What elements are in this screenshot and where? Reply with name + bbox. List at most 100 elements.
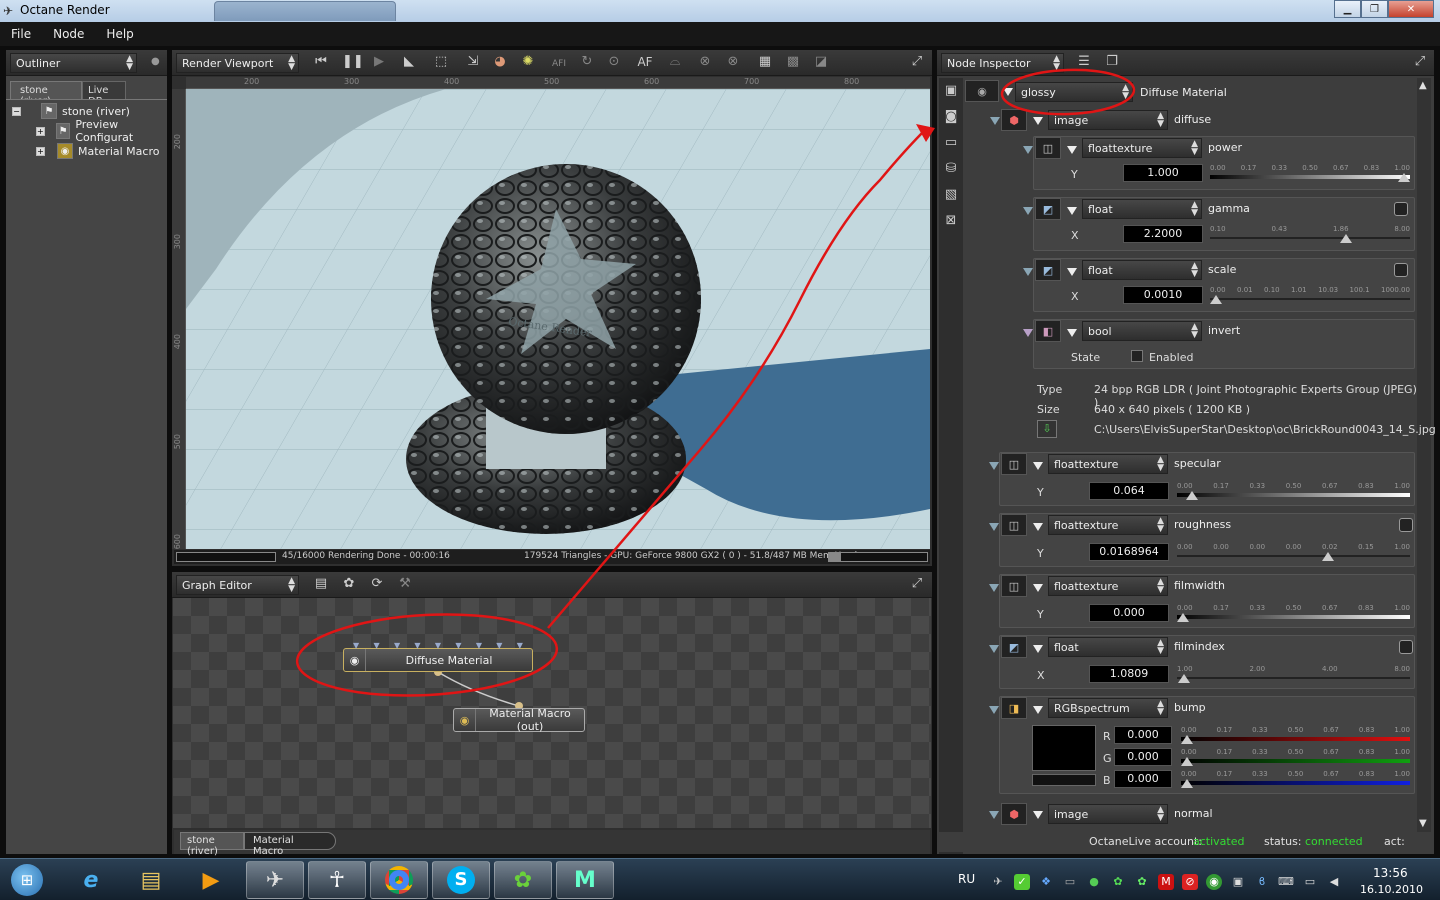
inspector-scrollbar[interactable]: ▲ ▼ [1417,78,1431,834]
slider-track[interactable] [1177,555,1410,557]
tray-chat-icon[interactable]: ● [1086,874,1102,890]
slider-knob[interactable] [1340,234,1352,243]
expand-icon[interactable]: + [36,126,45,136]
pause-icon[interactable]: ❚❚ [342,53,364,71]
graph-tab-material-macro[interactable]: Material Macro [244,832,336,857]
tray-keyboard-icon[interactable]: ▭ [1062,874,1078,890]
maximize-graph-icon[interactable]: ⤢ [908,575,926,593]
node-input-pins[interactable]: ▼ ▼ ▼ ▼ ▼ ▼ ▼ ▼ ▼ [353,642,523,650]
invert-enabled-checkbox[interactable] [1131,350,1143,362]
save-macro-icon[interactable]: ⟳ [368,575,386,593]
slider-knob[interactable] [1398,173,1410,182]
minimize-button[interactable]: ▁ [1334,0,1361,18]
rgbspectrum-node-icon[interactable]: ◨ [1001,697,1027,719]
outliner-pin-icon[interactable]: ● [151,56,160,67]
add-node-icon[interactable]: ▤ [312,575,330,593]
bool-node-icon[interactable]: ◧ [1035,320,1061,342]
play-icon[interactable]: ▶ [370,53,388,71]
graph-canvas[interactable]: ◉ Diffuse Material ▼ ▼ ▼ ▼ ▼ ▼ ▼ ▼ ▼ ◉ Material … [173,598,931,828]
bump-g-value-field[interactable]: 0.000 [1114,748,1172,766]
save-icon[interactable]: ⊗ [696,53,714,71]
filmwidth-slider[interactable]: 0.00 0.17 0.33 0.50 0.67 0.83 1.00 [1177,604,1410,626]
scale-reset-icon[interactable] [1394,263,1408,277]
clock-time[interactable]: 13:56 [1373,866,1408,880]
expand-icon[interactable]: + [36,146,45,156]
scale-slider[interactable]: 0.00 0.01 0.10 1.01 10.03 100.1 1000.00 [1210,286,1410,308]
gamma-reset-icon[interactable] [1394,202,1408,216]
tab-live-db[interactable]: Live DB [82,81,126,107]
floattexture-node-icon[interactable]: ◫ [1001,575,1027,597]
background-window-tab[interactable] [214,1,396,21]
recenter-icon[interactable]: ⇲ [464,53,482,71]
tray-bluetooth-icon[interactable]: ϐ [1254,874,1270,890]
slider-knob[interactable] [1210,295,1222,304]
menu-node[interactable]: Node [42,27,95,41]
roughness-type-combo[interactable]: floattexture ▲ ▼ [1048,515,1168,535]
menu-help[interactable]: Help [95,27,144,41]
tab-stone-river[interactable]: stone (river) [10,81,82,107]
float-node-icon[interactable]: ◩ [1035,198,1061,220]
windows-start-icon[interactable]: ⊞ [2,861,52,899]
restart-icon[interactable]: ⏮ [312,53,330,71]
gamma-value-field[interactable]: 2.2000 [1123,225,1203,243]
floattexture-node-icon[interactable]: ◫ [1001,453,1027,475]
chrome-icon[interactable] [370,861,428,899]
slider-knob[interactable] [1177,613,1189,622]
tray-network-icon[interactable]: ✈ [990,874,1006,890]
render-image[interactable]: Octane Render [186,89,930,549]
float-node-icon[interactable]: ◩ [1035,259,1061,281]
bump-r-value-field[interactable]: 0.000 [1114,726,1172,744]
filmindex-type-combo[interactable]: float ▲ ▼ [1048,637,1168,657]
region-icon[interactable]: ▦ [756,53,774,71]
pick-focus-icon[interactable]: ✺ [519,53,537,71]
slider-track[interactable] [1181,759,1410,763]
roughness-link-icon[interactable] [989,523,999,531]
pick-icon[interactable]: ⊙ [605,53,623,71]
auto-focus-icon[interactable]: AFI [550,55,568,73]
unwrap-icon[interactable]: ⚒ [396,575,414,593]
tray-m-icon[interactable]: M [1158,874,1174,890]
internet-explorer-icon[interactable]: e [62,861,120,899]
slider-track[interactable] [1177,677,1410,679]
slider-track[interactable] [1177,493,1410,497]
filmwidth-type-combo[interactable]: floattexture ▲ ▼ [1048,576,1168,596]
material-type-combo[interactable]: glossy ▲ ▼ [1015,82,1133,102]
power-slider[interactable]: 0.00 0.17 0.33 0.50 0.67 0.83 1.00 [1210,164,1410,186]
tray-volume-icon[interactable]: ◀ [1326,874,1342,890]
collapse-bump-icon[interactable] [1033,706,1043,714]
collapse-material-icon[interactable] [1003,88,1013,96]
maximize-button[interactable]: ❐ [1361,0,1388,18]
floattexture-node-icon[interactable]: ◫ [1035,137,1061,159]
image-node-icon[interactable]: ⬢ [1001,803,1027,825]
floattexture-node-icon[interactable]: ◫ [1001,514,1027,536]
octane-render-icon[interactable]: ✈ [246,861,304,899]
export-icon[interactable]: ⊗ [724,53,742,71]
zbrush-icon[interactable]: ☥ [308,861,366,899]
rotate-icon[interactable]: ↻ [578,53,596,71]
scale-link-icon[interactable] [1023,268,1033,276]
specular-link-icon[interactable] [989,462,999,470]
inspector-combo[interactable]: Node Inspector ▲ ▼ [941,53,1064,73]
scroll-down-icon[interactable]: ▼ [1419,818,1427,829]
specular-type-combo[interactable]: floattexture ▲ ▼ [1048,454,1168,474]
skype-icon[interactable]: S [432,861,490,899]
tray-security-icon[interactable]: ✓ [1014,874,1030,890]
collapse-power-icon[interactable] [1067,146,1077,154]
bump-b-slider[interactable]: 0.00 0.17 0.33 0.50 0.67 0.83 1.00 [1181,770,1410,792]
3dsmax-icon[interactable]: M [556,861,614,899]
slider-knob[interactable] [1177,674,1190,683]
tray-usb-icon[interactable]: ⌨ [1278,874,1294,890]
roughness-slider[interactable]: 0.00 0.00 0.00 0.00 0.02 0.15 1.00 [1177,543,1410,565]
gamma-slider[interactable]: 0.10 0.43 1.86 8.00 [1210,225,1410,247]
filmwidth-value-field[interactable]: 0.000 [1089,604,1169,622]
filmindex-link-icon[interactable] [989,645,999,653]
bump-link-icon[interactable] [989,706,999,714]
tray-icq-icon[interactable]: ✿ [1110,874,1126,890]
float-node-icon[interactable]: ◩ [1001,636,1027,658]
bump-r-slider[interactable]: 0.00 0.17 0.33 0.50 0.67 0.83 1.00 [1181,726,1410,748]
icq-icon[interactable]: ✿ [494,861,552,899]
bump-b-value-field[interactable]: 0.000 [1114,770,1172,788]
scale-type-combo[interactable]: float ▲ ▼ [1082,260,1202,280]
collapse-filmwidth-icon[interactable] [1033,584,1043,592]
expand-all-icon[interactable]: ❐ [1103,53,1121,71]
